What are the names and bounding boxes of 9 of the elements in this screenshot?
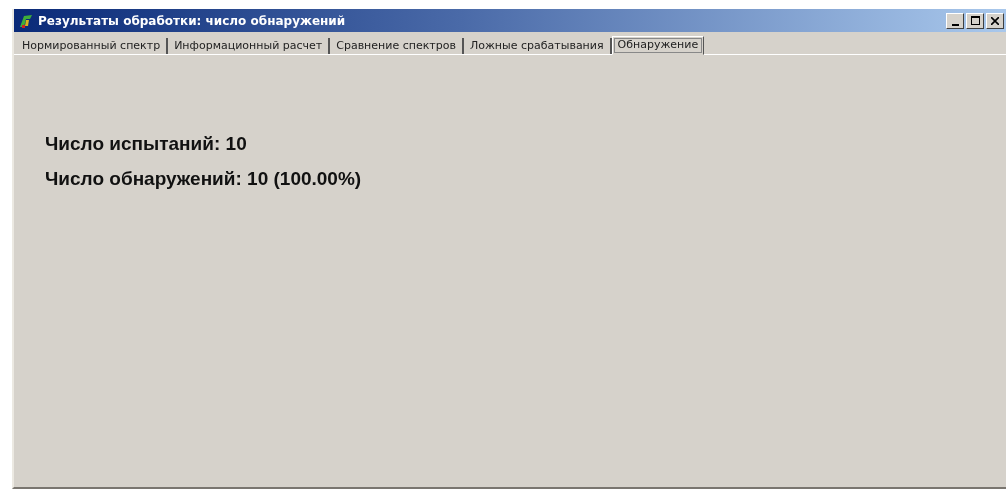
app-icon [18, 12, 34, 29]
close-icon [991, 16, 999, 25]
tab[interactable]: Обнаружение [611, 36, 705, 55]
minimize-button[interactable] [946, 12, 964, 29]
window-title: Результаты обработки: число обнаружений [38, 13, 347, 28]
result-text: Число обнаружений: 10 (100.00%) [45, 168, 363, 190]
maximize-button[interactable] [966, 12, 984, 29]
result-text: Число испытаний: 10 [45, 133, 248, 155]
close-button[interactable] [986, 12, 1004, 29]
